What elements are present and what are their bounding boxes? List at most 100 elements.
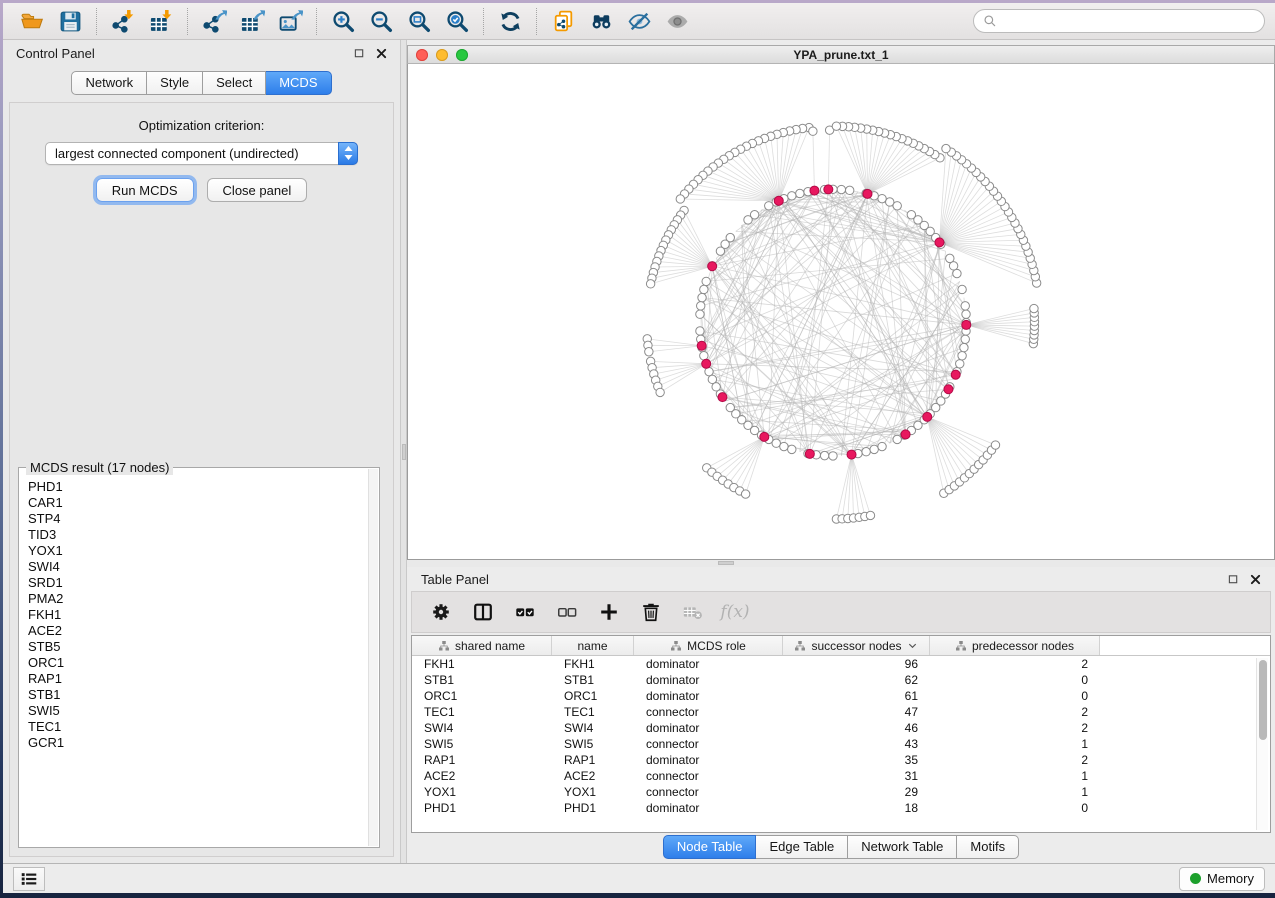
mcds-result-item[interactable]: ACE2 <box>28 623 368 639</box>
table-row[interactable]: ORC1ORC1dominator610 <box>412 688 1270 704</box>
mcds-list-scrollbar[interactable] <box>368 469 378 846</box>
network-graph[interactable] <box>408 64 1274 559</box>
graph-hub-node[interactable] <box>847 450 856 459</box>
graph-hub-node[interactable] <box>824 185 833 194</box>
table-cell[interactable]: dominator <box>634 689 783 703</box>
table-cell[interactable]: SWI5 <box>552 737 634 751</box>
table-cell[interactable]: dominator <box>634 801 783 815</box>
table-cell[interactable]: 1 <box>930 737 1100 751</box>
table-cell[interactable]: SWI4 <box>412 721 552 735</box>
zoom-selected-button[interactable] <box>438 6 476 36</box>
zoom-out-button[interactable] <box>362 6 400 36</box>
table-scrollbar[interactable] <box>1256 658 1268 830</box>
table-cell[interactable]: 29 <box>783 785 930 799</box>
mcds-result-item[interactable]: STB1 <box>28 687 368 703</box>
mcds-result-item[interactable]: STP4 <box>28 511 368 527</box>
table-options-button[interactable] <box>428 599 454 625</box>
add-column-button[interactable] <box>596 599 622 625</box>
graph-hub-node[interactable] <box>944 385 953 394</box>
graph-hub-node[interactable] <box>810 186 819 195</box>
tab-network-table[interactable]: Network Table <box>848 835 957 859</box>
table-cell[interactable]: ACE2 <box>552 769 634 783</box>
column-header-MCDS-role[interactable]: MCDS role <box>634 636 783 655</box>
table-cell[interactable]: 47 <box>783 705 930 719</box>
table-row[interactable]: STB1STB1dominator620 <box>412 672 1270 688</box>
table-cell[interactable]: 2 <box>930 657 1100 671</box>
splitter-handle[interactable] <box>402 444 406 460</box>
tab-select[interactable]: Select <box>203 71 266 95</box>
tab-network[interactable]: Network <box>71 71 147 95</box>
table-cell[interactable]: FKH1 <box>552 657 634 671</box>
mcds-result-item[interactable]: FKH1 <box>28 607 368 623</box>
mcds-result-item[interactable]: CAR1 <box>28 495 368 511</box>
table-cell[interactable]: 0 <box>930 801 1100 815</box>
mcds-result-item[interactable]: SRD1 <box>28 575 368 591</box>
import-network-button[interactable] <box>104 6 142 36</box>
graph-hub-node[interactable] <box>708 262 717 271</box>
table-cell[interactable]: STB1 <box>412 673 552 687</box>
table-cell[interactable]: 31 <box>783 769 930 783</box>
mcds-result-item[interactable]: RAP1 <box>28 671 368 687</box>
import-table-button[interactable] <box>142 6 180 36</box>
table-cell[interactable]: 2 <box>930 705 1100 719</box>
table-cell[interactable]: connector <box>634 785 783 799</box>
tab-motifs[interactable]: Motifs <box>957 835 1019 859</box>
apply-layout-button[interactable] <box>491 6 529 36</box>
table-cell[interactable]: 1 <box>930 785 1100 799</box>
table-cell[interactable]: PHD1 <box>552 801 634 815</box>
table-row[interactable]: RAP1RAP1dominator352 <box>412 752 1270 768</box>
table-cell[interactable]: ORC1 <box>552 689 634 703</box>
table-cell[interactable]: ORC1 <box>412 689 552 703</box>
table-row[interactable]: PHD1PHD1dominator180 <box>412 800 1270 816</box>
table-cell[interactable]: 0 <box>930 673 1100 687</box>
table-cell[interactable]: 62 <box>783 673 930 687</box>
task-history-button[interactable] <box>13 867 45 891</box>
graph-hub-node[interactable] <box>702 359 711 368</box>
graph-hub-node[interactable] <box>774 196 783 205</box>
tab-mcds[interactable]: MCDS <box>266 71 331 95</box>
tab-node-table[interactable]: Node Table <box>663 835 757 859</box>
close-panel-button[interactable]: Close panel <box>207 178 308 202</box>
table-cell[interactable]: FKH1 <box>412 657 552 671</box>
graph-hub-node[interactable] <box>923 412 932 421</box>
export-table-button[interactable] <box>233 6 271 36</box>
table-cell[interactable]: STB1 <box>552 673 634 687</box>
table-cell[interactable]: dominator <box>634 753 783 767</box>
table-cell[interactable]: connector <box>634 705 783 719</box>
table-cell[interactable]: 43 <box>783 737 930 751</box>
table-cell[interactable]: TEC1 <box>412 705 552 719</box>
column-header-predecessor-nodes[interactable]: predecessor nodes <box>930 636 1100 655</box>
table-cell[interactable]: SWI4 <box>552 721 634 735</box>
splitter-handle[interactable] <box>718 561 734 565</box>
zoom-in-button[interactable] <box>324 6 362 36</box>
network-canvas[interactable] <box>407 64 1275 560</box>
mcds-result-item[interactable]: YOX1 <box>28 543 368 559</box>
mcds-result-list[interactable]: PHD1CAR1STP4TID3YOX1SWI4SRD1PMA2FKH1ACE2… <box>20 469 368 846</box>
mcds-result-item[interactable]: SWI4 <box>28 559 368 575</box>
column-header-shared-name[interactable]: shared name <box>412 636 552 655</box>
table-cell[interactable]: 18 <box>783 801 930 815</box>
mcds-result-item[interactable]: PHD1 <box>28 479 368 495</box>
table-cell[interactable]: YOX1 <box>412 785 552 799</box>
export-network-button[interactable] <box>195 6 233 36</box>
table-cell[interactable]: 61 <box>783 689 930 703</box>
graph-hub-node[interactable] <box>962 320 971 329</box>
table-cell[interactable]: dominator <box>634 721 783 735</box>
table-row[interactable]: YOX1YOX1connector291 <box>412 784 1270 800</box>
delete-column-button[interactable] <box>638 599 664 625</box>
tab-style[interactable]: Style <box>147 71 203 95</box>
table-cell[interactable]: PHD1 <box>412 801 552 815</box>
memory-button[interactable]: Memory <box>1179 867 1265 891</box>
float-panel-icon[interactable] <box>1228 574 1239 585</box>
save-session-button[interactable] <box>51 6 89 36</box>
table-row[interactable]: SWI4SWI4dominator462 <box>412 720 1270 736</box>
close-panel-icon[interactable] <box>376 48 387 59</box>
select-all-button[interactable] <box>512 599 538 625</box>
graph-hub-node[interactable] <box>718 393 727 402</box>
table-cell[interactable]: YOX1 <box>552 785 634 799</box>
table-cell[interactable]: dominator <box>634 657 783 671</box>
table-cell[interactable]: ACE2 <box>412 769 552 783</box>
table-scrollbar-thumb[interactable] <box>1259 660 1267 740</box>
mcds-result-item[interactable]: TID3 <box>28 527 368 543</box>
graph-hub-node[interactable] <box>951 370 960 379</box>
